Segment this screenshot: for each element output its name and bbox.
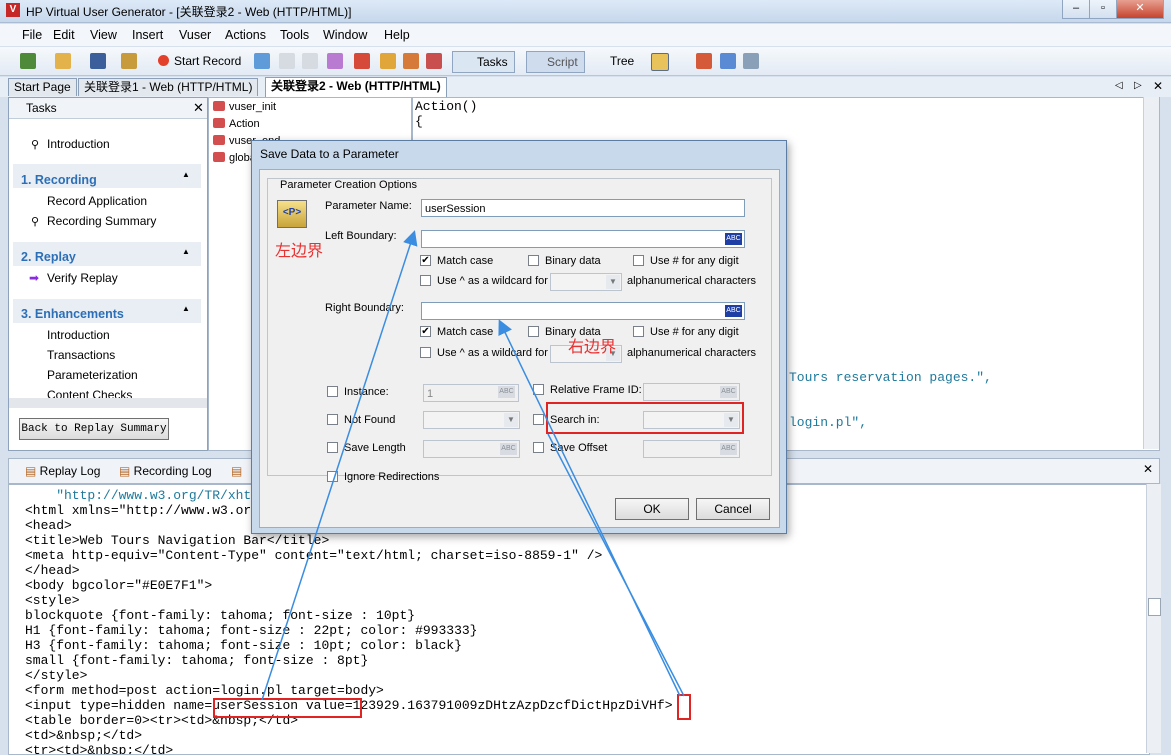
- right-boundary-arrow: [498, 319, 681, 697]
- left-boundary-arrow: [261, 230, 418, 701]
- search-in-arrow: [547, 433, 685, 697]
- annotation-arrows: [261, 230, 685, 701]
